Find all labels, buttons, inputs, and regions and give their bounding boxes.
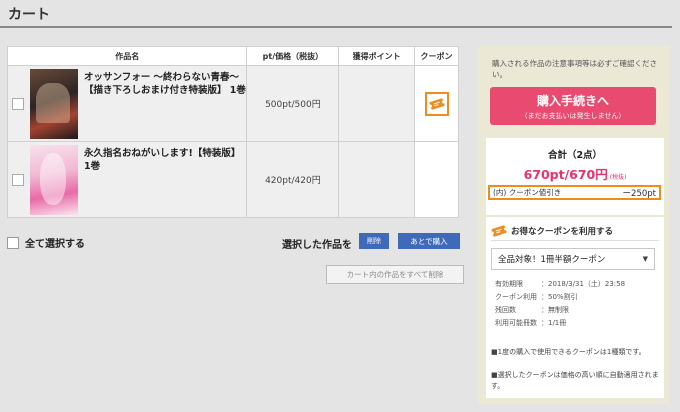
total-summary: 合計（2点） 670pt/670円 (税抜) (内) クーポン値引き ー250pt xyxy=(486,138,664,215)
coupon-ticket-icon xyxy=(428,97,445,110)
price-cell: 500pt/500円 xyxy=(246,65,340,142)
title-divider xyxy=(0,26,672,28)
caret-down-icon: ▼ xyxy=(642,255,648,263)
header-points: 獲得ポイント xyxy=(338,46,416,66)
checkout-sublabel: （まだお支払いは発生しません） xyxy=(520,112,626,120)
header-coupon: クーポン xyxy=(414,46,459,66)
total-price: 670pt/670円 xyxy=(523,167,608,182)
coupon-ticket-icon xyxy=(491,224,507,237)
item-title[interactable]: オッサンフォー 〜終わらない青春〜【描き下ろしおまけ付き特装版】 1巻 xyxy=(84,71,246,97)
detail-row: 有効期限 ：2018/3/31（土）23:58 xyxy=(495,278,660,291)
detail-row: 利用可能冊数 ：1/1冊 xyxy=(495,317,660,330)
select-all-label: 全て選択する xyxy=(25,239,85,250)
tax-note: (税抜) xyxy=(609,174,627,181)
coupon-heading: お得なクーポンを利用する xyxy=(491,221,659,241)
item-cell: オッサンフォー 〜終わらない青春〜【描き下ろしおまけ付き特装版】 1巻 xyxy=(6,65,248,142)
book-cover[interactable] xyxy=(30,68,78,139)
item-title[interactable]: 永久指名おねがいします!【特装版】 1巻 xyxy=(84,147,246,173)
purchase-notice: 購入される作品の注意事項等は必ずご確認ください。 xyxy=(492,59,657,79)
discount-label: (内) クーポン値引き xyxy=(493,188,562,197)
detail-row: 残回数 ：無制限 xyxy=(495,304,660,317)
coupon-discount: (内) クーポン値引き ー250pt xyxy=(488,185,661,200)
total-label: 合計（2点） xyxy=(547,150,603,161)
discount-amount: ー250pt xyxy=(622,188,656,199)
table-header-row: 作品名 pt/価格（税抜） 獲得ポイント クーポン xyxy=(6,46,459,66)
checkout-label: 購入手続きへ xyxy=(536,94,609,108)
coupon-select-value: 全品対象！1冊半額クーポン xyxy=(498,255,606,265)
coupon-heading-text: お得なクーポンを利用する xyxy=(511,226,614,237)
item-price: 500pt/500円 xyxy=(265,100,321,110)
price-cell: 420pt/420円 xyxy=(246,141,340,218)
detail-key: 残回数 xyxy=(495,306,516,314)
item-price: 420pt/420円 xyxy=(265,176,321,186)
select-all-checkbox[interactable] xyxy=(7,236,19,249)
header-item: 作品名 xyxy=(6,46,248,66)
coupon-note: ■選択したクーポンは価格の高い順に自動適用されます。 xyxy=(491,371,659,390)
book-cover[interactable] xyxy=(30,144,78,215)
coupon-select[interactable]: 全品対象！1冊半額クーポン ▼ xyxy=(491,248,655,270)
points-cell xyxy=(338,65,416,142)
detail-key: クーポン利用 xyxy=(495,293,537,301)
buy-later-button[interactable]: あとで購入 xyxy=(398,233,460,249)
detail-value: ：2018/3/31（土）23:58 xyxy=(541,280,626,288)
select-all[interactable]: 全て選択する xyxy=(7,235,85,250)
table-row: 永久指名おねがいします!【特装版】 1巻 420pt/420円 xyxy=(6,141,459,218)
detail-value: ：50%割引 xyxy=(541,293,578,301)
item-checkbox[interactable] xyxy=(12,173,24,186)
checkout-panel: 購入される作品の注意事項等は必ずご確認ください。 購入手続きへ （まだお支払いは… xyxy=(478,46,670,404)
header-price: pt/価格（税抜） xyxy=(246,46,340,66)
page-title: カート xyxy=(8,7,50,23)
detail-row: クーポン利用 ：50%割引 xyxy=(495,291,660,304)
detail-key: 利用可能冊数 xyxy=(495,319,537,327)
cart-table: 作品名 pt/価格（税抜） 獲得ポイント クーポン オッサンフォー 〜終わらない… xyxy=(6,46,459,218)
coupon-note: ■1度の購入で使用できるクーポンは1種類です。 xyxy=(491,348,646,356)
item-cell: 永久指名おねがいします!【特装版】 1巻 xyxy=(6,141,248,218)
coupon-cell xyxy=(414,65,459,142)
detail-value: ：無制限 xyxy=(541,306,569,314)
delete-button[interactable]: 削除 xyxy=(359,233,389,249)
table-row: オッサンフォー 〜終わらない青春〜【描き下ろしおまけ付き特装版】 1巻 500p… xyxy=(6,65,459,142)
clear-cart-button[interactable]: カート内の作品をすべて削除 xyxy=(326,265,464,284)
coupon-cell xyxy=(414,141,459,218)
coupon-section: お得なクーポンを利用する 全品対象！1冊半額クーポン ▼ 有効期限 ：2018/… xyxy=(486,217,664,398)
coupon-applied-marker xyxy=(424,91,449,116)
points-cell xyxy=(338,141,416,218)
detail-value: ：1/1冊 xyxy=(541,319,567,327)
item-checkbox[interactable] xyxy=(12,97,24,110)
selected-items-label: 選択した作品を xyxy=(282,240,352,251)
coupon-details: 有効期限 ：2018/3/31（土）23:58 クーポン利用 ：50%割引 残回… xyxy=(495,278,660,330)
checkout-button[interactable]: 購入手続きへ （まだお支払いは発生しません） xyxy=(490,87,656,125)
detail-key: 有効期限 xyxy=(495,280,523,288)
